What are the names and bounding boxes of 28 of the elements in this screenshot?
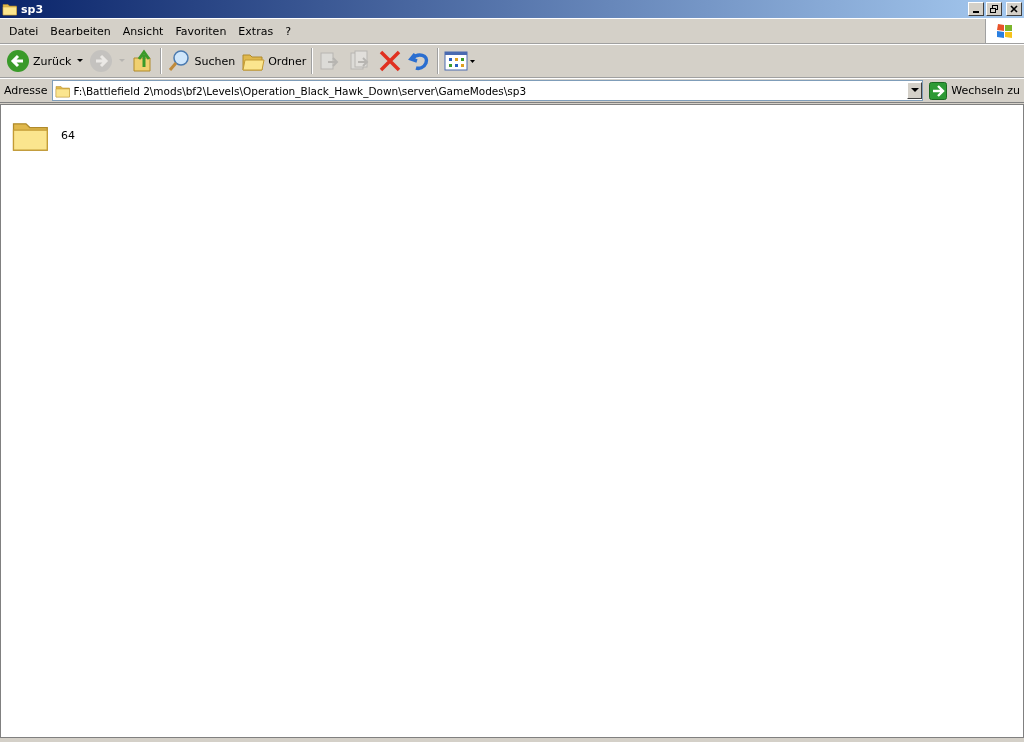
address-label: Adresse bbox=[4, 84, 48, 97]
caret-icon bbox=[77, 59, 84, 63]
folder-icon bbox=[2, 1, 18, 17]
minimize-icon bbox=[973, 11, 979, 13]
close-icon bbox=[1009, 4, 1019, 14]
search-icon bbox=[167, 49, 192, 73]
close-button[interactable] bbox=[1006, 2, 1022, 16]
dropdown-button[interactable] bbox=[907, 82, 923, 99]
minimize-button[interactable] bbox=[968, 2, 984, 16]
menu-item[interactable]: Datei bbox=[3, 24, 45, 38]
menu-item[interactable]: Ansicht bbox=[116, 24, 170, 38]
menu-item[interactable]: ? bbox=[279, 24, 297, 38]
delete-icon bbox=[378, 49, 403, 73]
go-button[interactable]: Wechseln zu bbox=[927, 81, 1022, 100]
restore-button[interactable] bbox=[986, 2, 1002, 16]
back-button[interactable]: Zurück bbox=[3, 47, 87, 75]
window-title: sp3 bbox=[21, 2, 44, 16]
search-button[interactable]: Suchen bbox=[164, 47, 239, 75]
right-arrow-icon bbox=[929, 81, 948, 100]
menu-item[interactable]: Extras bbox=[232, 24, 280, 38]
menu-item[interactable]: Favoriten bbox=[169, 24, 233, 38]
menu-item[interactable]: Bearbeiten bbox=[44, 24, 117, 38]
views-icon bbox=[444, 49, 477, 73]
caret-icon bbox=[910, 88, 919, 93]
folders-button[interactable]: Ordner bbox=[238, 47, 310, 75]
address-field[interactable]: F:\Battlefield 2\mods\bf2\Levels\Operation_Black_Hawk_Down\server\GameModes\sp3 bbox=[51, 80, 924, 101]
restore-icon bbox=[989, 4, 999, 14]
file-name[interactable]: 64 bbox=[61, 128, 75, 142]
